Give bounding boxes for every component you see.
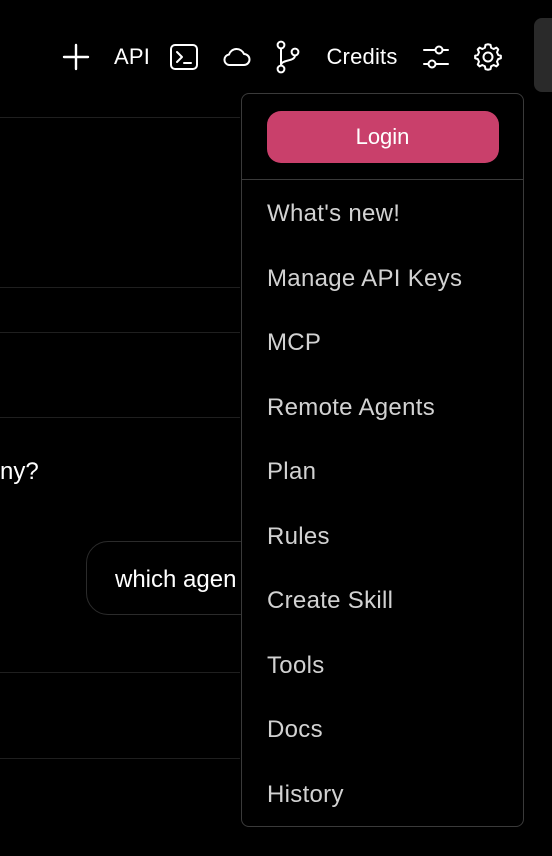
menu-item-docs[interactable]: Docs <box>242 698 523 763</box>
divider <box>0 417 240 418</box>
menu-item-tools[interactable]: Tools <box>242 634 523 699</box>
menu-item-plan[interactable]: Plan <box>242 440 523 505</box>
api-button[interactable]: API <box>112 40 152 74</box>
settings-button[interactable] <box>472 40 504 74</box>
git-branch-icon <box>276 40 300 74</box>
user-message-text: which agen <box>115 566 237 593</box>
sliders-button[interactable] <box>420 40 452 74</box>
top-toolbar: API Credits <box>0 0 552 92</box>
menu-item-rules[interactable]: Rules <box>242 505 523 570</box>
login-button[interactable]: Login <box>266 110 499 163</box>
api-label: API <box>113 44 151 69</box>
settings-dropdown-menu: Login What's new! Manage API Keys MCP Re… <box>241 93 524 827</box>
branch-button[interactable] <box>272 40 304 74</box>
menu-item-create-skill[interactable]: Create Skill <box>242 569 523 634</box>
menu-item-remote-agents[interactable]: Remote Agents <box>242 376 523 441</box>
app-window: API Credits ny? which agen Login What's … <box>0 0 552 856</box>
login-section: Login <box>242 94 523 180</box>
divider <box>0 758 240 759</box>
terminal-button[interactable] <box>168 40 200 74</box>
credits-button[interactable]: Credits <box>322 40 402 74</box>
sliders-icon <box>423 45 449 69</box>
menu-item-history[interactable]: History <box>242 763 523 827</box>
assistant-message-fragment: ny? <box>0 458 39 485</box>
credits-label: Credits <box>326 44 398 69</box>
menu-item-mcp[interactable]: MCP <box>242 311 523 376</box>
new-chat-button[interactable] <box>60 40 92 74</box>
cloud-button[interactable] <box>220 40 252 74</box>
divider <box>0 672 240 673</box>
menu-item-manage-api-keys[interactable]: Manage API Keys <box>242 247 523 312</box>
menu-list: What's new! Manage API Keys MCP Remote A… <box>242 180 523 827</box>
menu-item-whats-new[interactable]: What's new! <box>242 182 523 247</box>
plus-icon <box>62 43 90 71</box>
gear-icon <box>474 43 502 71</box>
cloud-icon <box>223 48 251 66</box>
divider <box>0 117 240 118</box>
terminal-icon <box>170 44 198 70</box>
divider <box>0 287 240 288</box>
divider <box>0 332 240 333</box>
side-panel-edge <box>534 18 552 92</box>
